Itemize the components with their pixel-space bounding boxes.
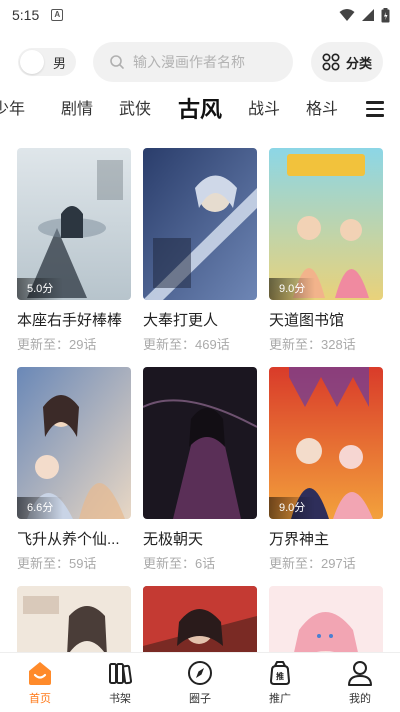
- comic-update: 更新至：297话: [269, 556, 356, 571]
- comic-card[interactable]: 9.0分 万界神主 更新至：297话: [269, 367, 383, 572]
- nav-label: 书架: [109, 693, 131, 705]
- comic-update: 更新至：328话: [269, 337, 356, 352]
- comic-cover[interactable]: [143, 367, 257, 519]
- nav-label: 圈子: [189, 693, 211, 705]
- search-box[interactable]: [93, 42, 293, 82]
- status-bar: 5:15 A: [0, 0, 400, 30]
- menu-icon[interactable]: [366, 101, 384, 117]
- comic-title: 飞升从养个仙...: [17, 531, 120, 548]
- comic-cover[interactable]: [143, 148, 257, 300]
- comic-card[interactable]: 5.0分 本座右手好棒棒 更新至：29话: [17, 148, 131, 353]
- tab-juqing[interactable]: 剧情: [61, 88, 93, 132]
- comic-card[interactable]: 无极朝天 更新至：6话: [143, 367, 257, 572]
- comic-cover[interactable]: 6.6分: [17, 367, 131, 519]
- bottom-nav: 首页 书架 圈子 推 推广 我的: [0, 652, 400, 712]
- category-button[interactable]: 分类: [311, 42, 383, 82]
- score-badge: 9.0分: [269, 497, 316, 519]
- search-row: 男 分类: [0, 40, 400, 84]
- comic-cover[interactable]: 9.0分: [269, 367, 383, 519]
- toggle-knob: [20, 50, 44, 74]
- nav-profile[interactable]: 我的: [320, 653, 400, 712]
- category-grid-icon: [322, 53, 340, 71]
- comic-update: 更新至：59话: [17, 556, 97, 571]
- tab-gufeng[interactable]: 古风: [178, 88, 222, 132]
- home-icon: [29, 662, 51, 685]
- comic-card[interactable]: 6.6分 飞升从养个仙... 更新至：59话: [17, 367, 131, 572]
- nav-label: 首页: [29, 693, 51, 705]
- nav-bookshelf[interactable]: 书架: [80, 653, 160, 712]
- nav-circle[interactable]: 圈子: [160, 653, 240, 712]
- comic-title: 无极朝天: [143, 531, 204, 548]
- search-icon: [110, 55, 124, 69]
- signal-icon: [362, 9, 374, 21]
- nav-home[interactable]: 首页: [0, 653, 80, 712]
- comic-title: 万界神主: [269, 531, 330, 548]
- tab-zhandou[interactable]: 战斗: [248, 88, 280, 132]
- comic-update: 更新至：6话: [143, 556, 216, 571]
- score-badge: 6.6分: [17, 497, 64, 519]
- comic-card[interactable]: 9.0分 天道图书馆 更新至：328话: [269, 148, 383, 353]
- comic-title: 本座右手好棒棒: [17, 312, 123, 329]
- category-label: 分类: [345, 55, 372, 71]
- gender-label: 男: [53, 55, 67, 71]
- comic-cover[interactable]: 9.0分: [269, 148, 383, 300]
- comic-title: 天道图书馆: [269, 312, 345, 329]
- category-tabs: 少年 剧情 武侠 古风 战斗 格斗: [0, 88, 400, 132]
- score-badge: 9.0分: [269, 278, 316, 300]
- compass-icon: [188, 661, 212, 685]
- tab-shaonian[interactable]: 少年: [0, 88, 25, 132]
- nav-label: 推广: [269, 693, 291, 705]
- search-input[interactable]: [133, 54, 283, 70]
- score-badge: 5.0分: [17, 278, 64, 300]
- svg-text:推: 推: [276, 671, 284, 681]
- status-time: 5:15: [12, 7, 40, 23]
- comic-update: 更新至：469话: [143, 337, 230, 352]
- promote-bag-icon: 推: [269, 661, 291, 685]
- battery-icon: [381, 7, 390, 22]
- comic-update: 更新至：29话: [17, 337, 97, 352]
- comic-card[interactable]: 大奉打更人 更新至：469话: [143, 148, 257, 353]
- comic-title: 大奉打更人: [143, 312, 219, 329]
- nav-promote[interactable]: 推 推广: [240, 653, 320, 712]
- nav-label: 我的: [349, 693, 371, 705]
- tab-gedou[interactable]: 格斗: [306, 88, 338, 132]
- tab-wuxia[interactable]: 武侠: [119, 88, 151, 132]
- wifi-icon: [339, 9, 355, 21]
- bookshelf-icon: [109, 663, 133, 685]
- status-icons: [339, 7, 390, 23]
- profile-icon: [348, 661, 372, 686]
- comic-cover[interactable]: 5.0分: [17, 148, 131, 300]
- gender-toggle[interactable]: 男: [18, 48, 76, 76]
- notification-a-icon: A: [51, 9, 64, 21]
